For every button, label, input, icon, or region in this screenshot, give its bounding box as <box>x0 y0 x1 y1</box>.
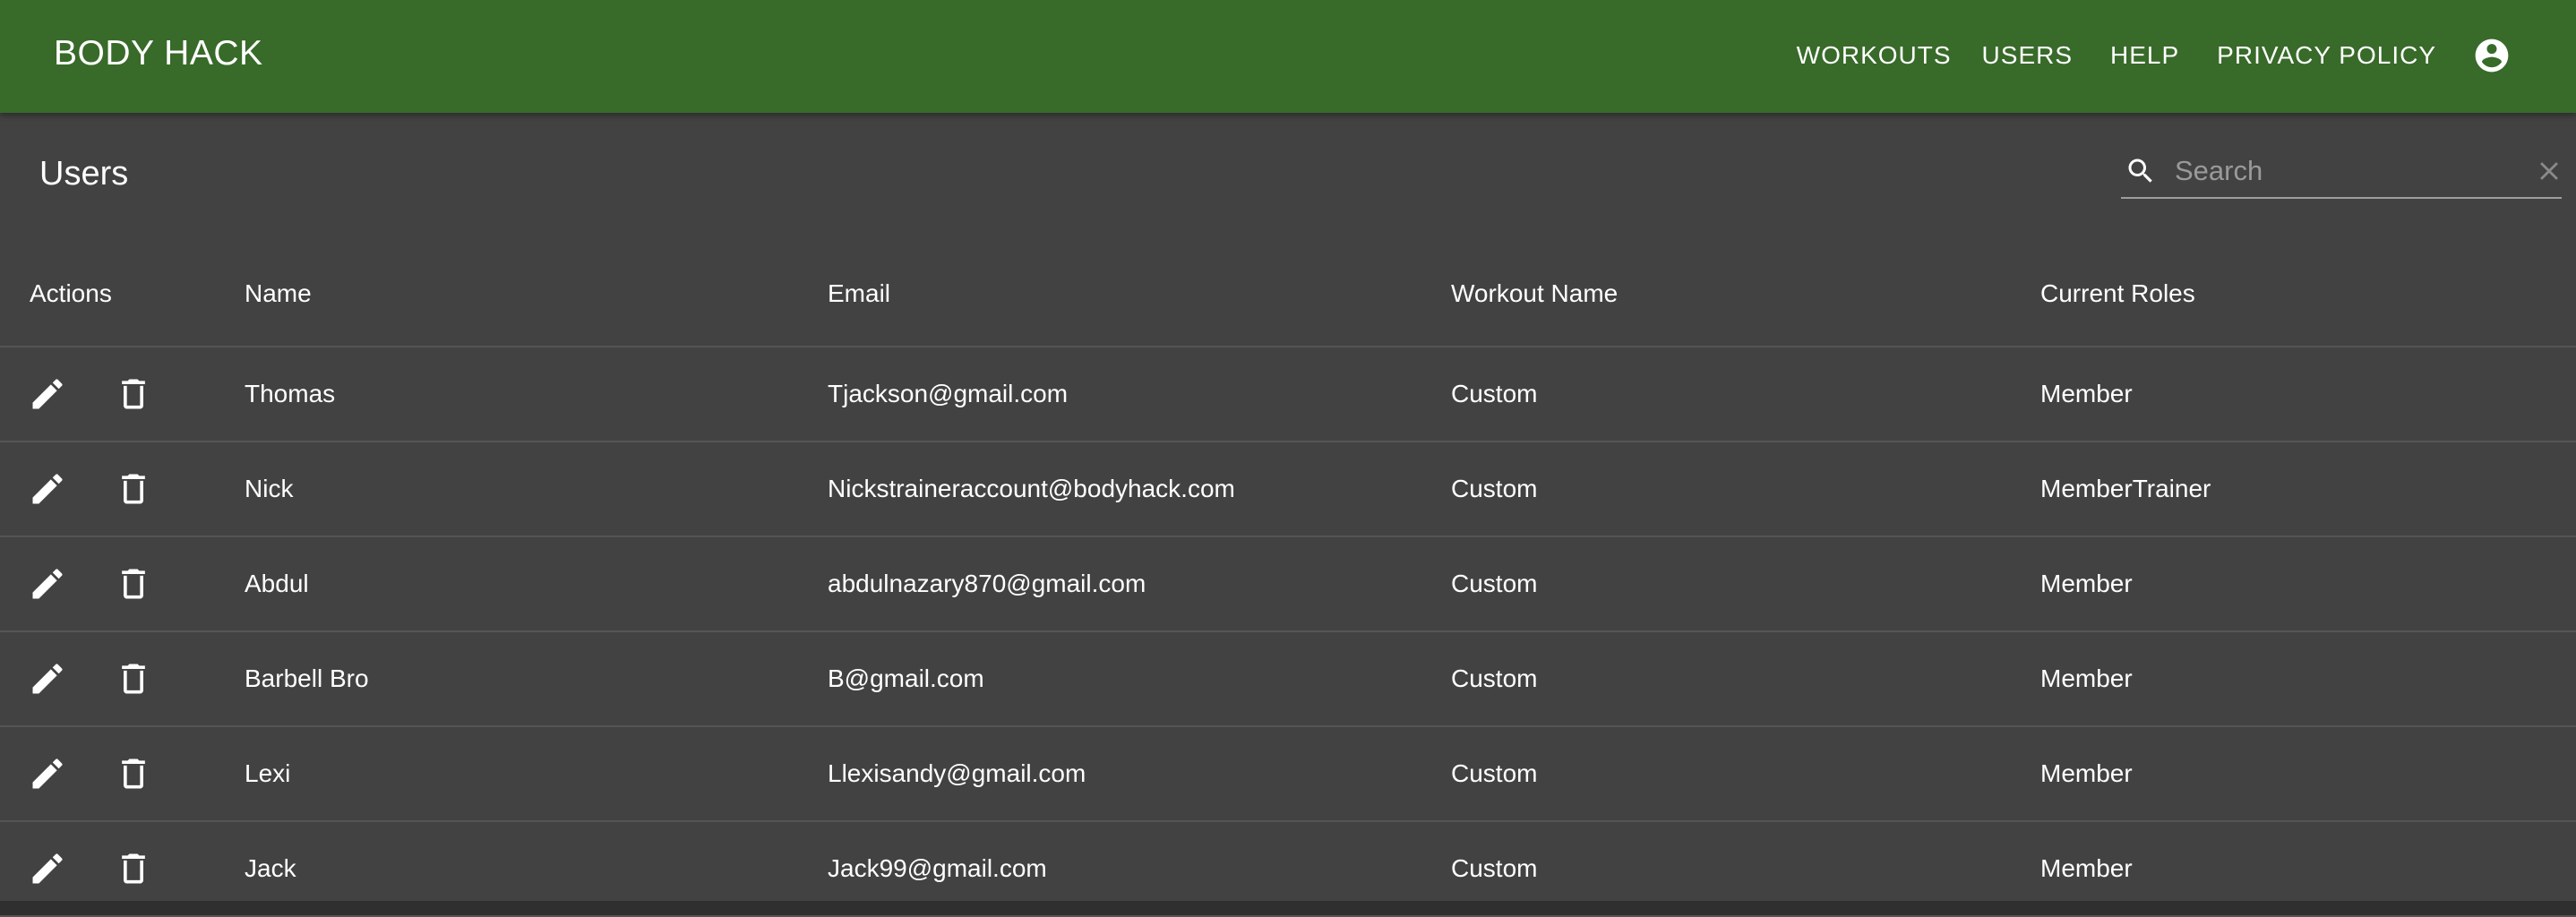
table-row: Barbell Bro B@gmail.com Custom Member <box>0 631 2576 727</box>
nav-users[interactable]: USERS <box>1982 41 2073 70</box>
table-row: Abdul abdulnazary870@gmail.com Custom Me… <box>0 536 2576 632</box>
page-title: Users <box>39 154 129 193</box>
app-brand[interactable]: BODY HACK <box>54 0 263 107</box>
cell-workout-name: Custom <box>1451 441 2040 537</box>
cell-workout-name: Custom <box>1451 347 2040 442</box>
row-actions <box>0 347 245 442</box>
cell-name: Thomas <box>245 347 828 442</box>
delete-icon[interactable] <box>114 564 153 604</box>
cell-workout-name: Custom <box>1451 536 2040 632</box>
edit-icon[interactable] <box>28 659 67 698</box>
clear-search-icon[interactable] <box>2534 156 2564 186</box>
delete-icon[interactable] <box>114 659 153 698</box>
row-actions <box>0 631 245 727</box>
delete-icon[interactable] <box>114 849 153 888</box>
cell-workout-name: Custom <box>1451 726 2040 822</box>
cell-workout-name: Custom <box>1451 821 2040 917</box>
edit-icon[interactable] <box>28 564 67 604</box>
users-table: Actions Name Email Workout Name Current … <box>0 242 2576 917</box>
cell-current-roles: Member <box>2040 631 2576 727</box>
row-actions <box>0 536 245 632</box>
cell-current-roles: Member <box>2040 821 2576 917</box>
cell-email: Jack99@gmail.com <box>828 821 1451 917</box>
cell-email: B@gmail.com <box>828 631 1451 727</box>
delete-icon[interactable] <box>114 374 153 414</box>
table-header-row: Actions Name Email Workout Name Current … <box>0 242 2576 347</box>
search-icon <box>2125 155 2157 187</box>
nav-help[interactable]: HELP <box>2110 41 2179 70</box>
cell-name: Jack <box>245 821 828 917</box>
top-nav: WORKOUTS USERS HELP PRIVACY POLICY <box>1797 0 2576 111</box>
cell-workout-name: Custom <box>1451 631 2040 727</box>
nav-workouts[interactable]: WORKOUTS <box>1797 41 1952 70</box>
cell-name: Barbell Bro <box>245 631 828 727</box>
nav-privacy-policy[interactable]: PRIVACY POLICY <box>2217 41 2436 70</box>
cell-email: Llexisandy@gmail.com <box>828 726 1451 822</box>
edit-icon[interactable] <box>28 374 67 414</box>
column-header-workout-name[interactable]: Workout Name <box>1451 242 2040 347</box>
edit-icon[interactable] <box>28 849 67 888</box>
cell-current-roles: Member <box>2040 536 2576 632</box>
users-panel: Users Actions Name Email Workout Name Cu… <box>0 113 2576 917</box>
cell-name: Nick <box>245 441 828 537</box>
cell-email: Nickstraineraccount@bodyhack.com <box>828 441 1451 537</box>
row-actions <box>0 726 245 822</box>
edit-icon[interactable] <box>28 754 67 793</box>
table-row: Jack Jack99@gmail.com Custom Member <box>0 821 2576 917</box>
row-actions <box>0 441 245 537</box>
table-row: Nick Nickstraineraccount@bodyhack.com Cu… <box>0 441 2576 537</box>
table-row: Thomas Tjackson@gmail.com Custom Member <box>0 347 2576 442</box>
edit-icon[interactable] <box>28 469 67 509</box>
cell-current-roles: Member <box>2040 347 2576 442</box>
search-bar <box>2121 145 2562 199</box>
account-circle-icon[interactable] <box>2472 36 2512 75</box>
delete-icon[interactable] <box>114 754 153 793</box>
delete-icon[interactable] <box>114 469 153 509</box>
app-bar: BODY HACK WORKOUTS USERS HELP PRIVACY PO… <box>0 0 2576 113</box>
row-actions <box>0 821 245 917</box>
search-input[interactable] <box>2173 148 2534 194</box>
cell-email: Tjackson@gmail.com <box>828 347 1451 442</box>
cell-current-roles: MemberTrainer <box>2040 441 2576 537</box>
column-header-name[interactable]: Name <box>245 242 828 347</box>
column-header-email[interactable]: Email <box>828 242 1451 347</box>
cell-email: abdulnazary870@gmail.com <box>828 536 1451 632</box>
cell-name: Abdul <box>245 536 828 632</box>
column-header-current-roles[interactable]: Current Roles <box>2040 242 2576 347</box>
cell-name: Lexi <box>245 726 828 822</box>
table-row: Lexi Llexisandy@gmail.com Custom Member <box>0 726 2576 822</box>
column-header-actions: Actions <box>0 242 245 347</box>
cell-current-roles: Member <box>2040 726 2576 822</box>
